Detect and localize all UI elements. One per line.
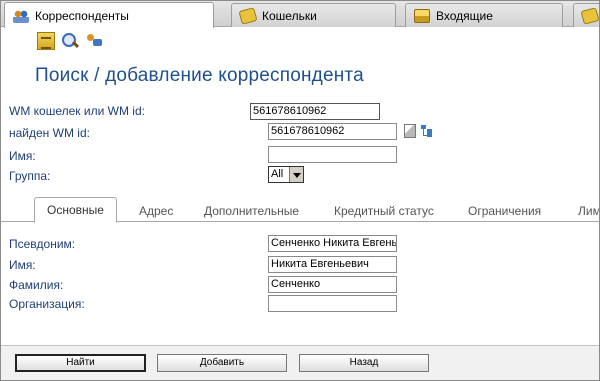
search-icon[interactable] (61, 32, 79, 50)
tab-address[interactable]: Адрес (139, 201, 173, 222)
pseudonym-input[interactable]: Сенченко Никита Евгень (268, 235, 397, 252)
wm-id-label: WM кошелек или WM id: (9, 104, 145, 118)
more-icon (580, 6, 599, 25)
detail-tabs: Основные Адрес Дополнительные Кредитный … (1, 197, 599, 223)
first-name-input[interactable]: Никита Евгеньевич (268, 256, 397, 273)
tab-inbox[interactable]: Входящие (405, 3, 563, 27)
add-correspondent-icon[interactable] (85, 32, 103, 50)
tab-additional[interactable]: Дополнительные (204, 201, 299, 222)
tab-limits[interactable]: Лими (578, 201, 599, 222)
tab-label: Корреспонденты (35, 8, 129, 23)
inbox-icon (414, 8, 430, 23)
correspondent-window: Корреспонденты Кошельки Входящие Поиск /… (0, 0, 600, 381)
tab-main[interactable]: Основные (34, 197, 117, 223)
group-label: Группа: (9, 169, 51, 183)
back-button[interactable]: Назад (299, 354, 429, 372)
organization-label: Организация: (9, 297, 85, 311)
documents-icon[interactable] (37, 32, 55, 50)
people-icon (13, 8, 29, 23)
tab-correspondents[interactable]: Корреспонденты (4, 2, 214, 28)
wm-id-input[interactable]: 561678610962 (250, 103, 380, 120)
found-wm-id-field[interactable]: 561678610962 (268, 123, 397, 140)
surname-input[interactable]: Сенченко (268, 276, 397, 293)
tree-icon[interactable] (421, 125, 433, 137)
pseudonym-label: Псевдоним: (9, 237, 76, 251)
tab-label: Входящие (436, 8, 493, 23)
add-button[interactable]: Добавить (157, 354, 287, 372)
tab-label: Кошельки (262, 8, 317, 23)
group-select[interactable]: All (268, 166, 304, 183)
organization-input[interactable] (268, 295, 397, 312)
surname-label: Фамилия: (9, 278, 64, 292)
name-input[interactable] (268, 146, 397, 163)
top-tab-bar: Корреспонденты Кошельки Входящие (1, 1, 599, 28)
edit-icon[interactable] (404, 124, 416, 138)
tab-more[interactable] (573, 3, 599, 27)
tab-restrictions[interactable]: Ограничения (468, 201, 541, 222)
found-wm-id-label: найден WM id: (9, 126, 90, 140)
tab-credit-status[interactable]: Кредитный статус (334, 201, 434, 222)
group-select-value: All (271, 168, 284, 180)
chevron-down-icon (289, 167, 303, 182)
name-label: Имя: (9, 149, 36, 163)
toolbar (1, 28, 599, 54)
page-title: Поиск / добавление корреспондента (35, 65, 364, 86)
wallet-icon (238, 6, 258, 25)
first-name-label: Имя: (9, 258, 36, 272)
find-button[interactable]: Найти (15, 354, 146, 372)
tab-wallets[interactable]: Кошельки (231, 3, 396, 27)
